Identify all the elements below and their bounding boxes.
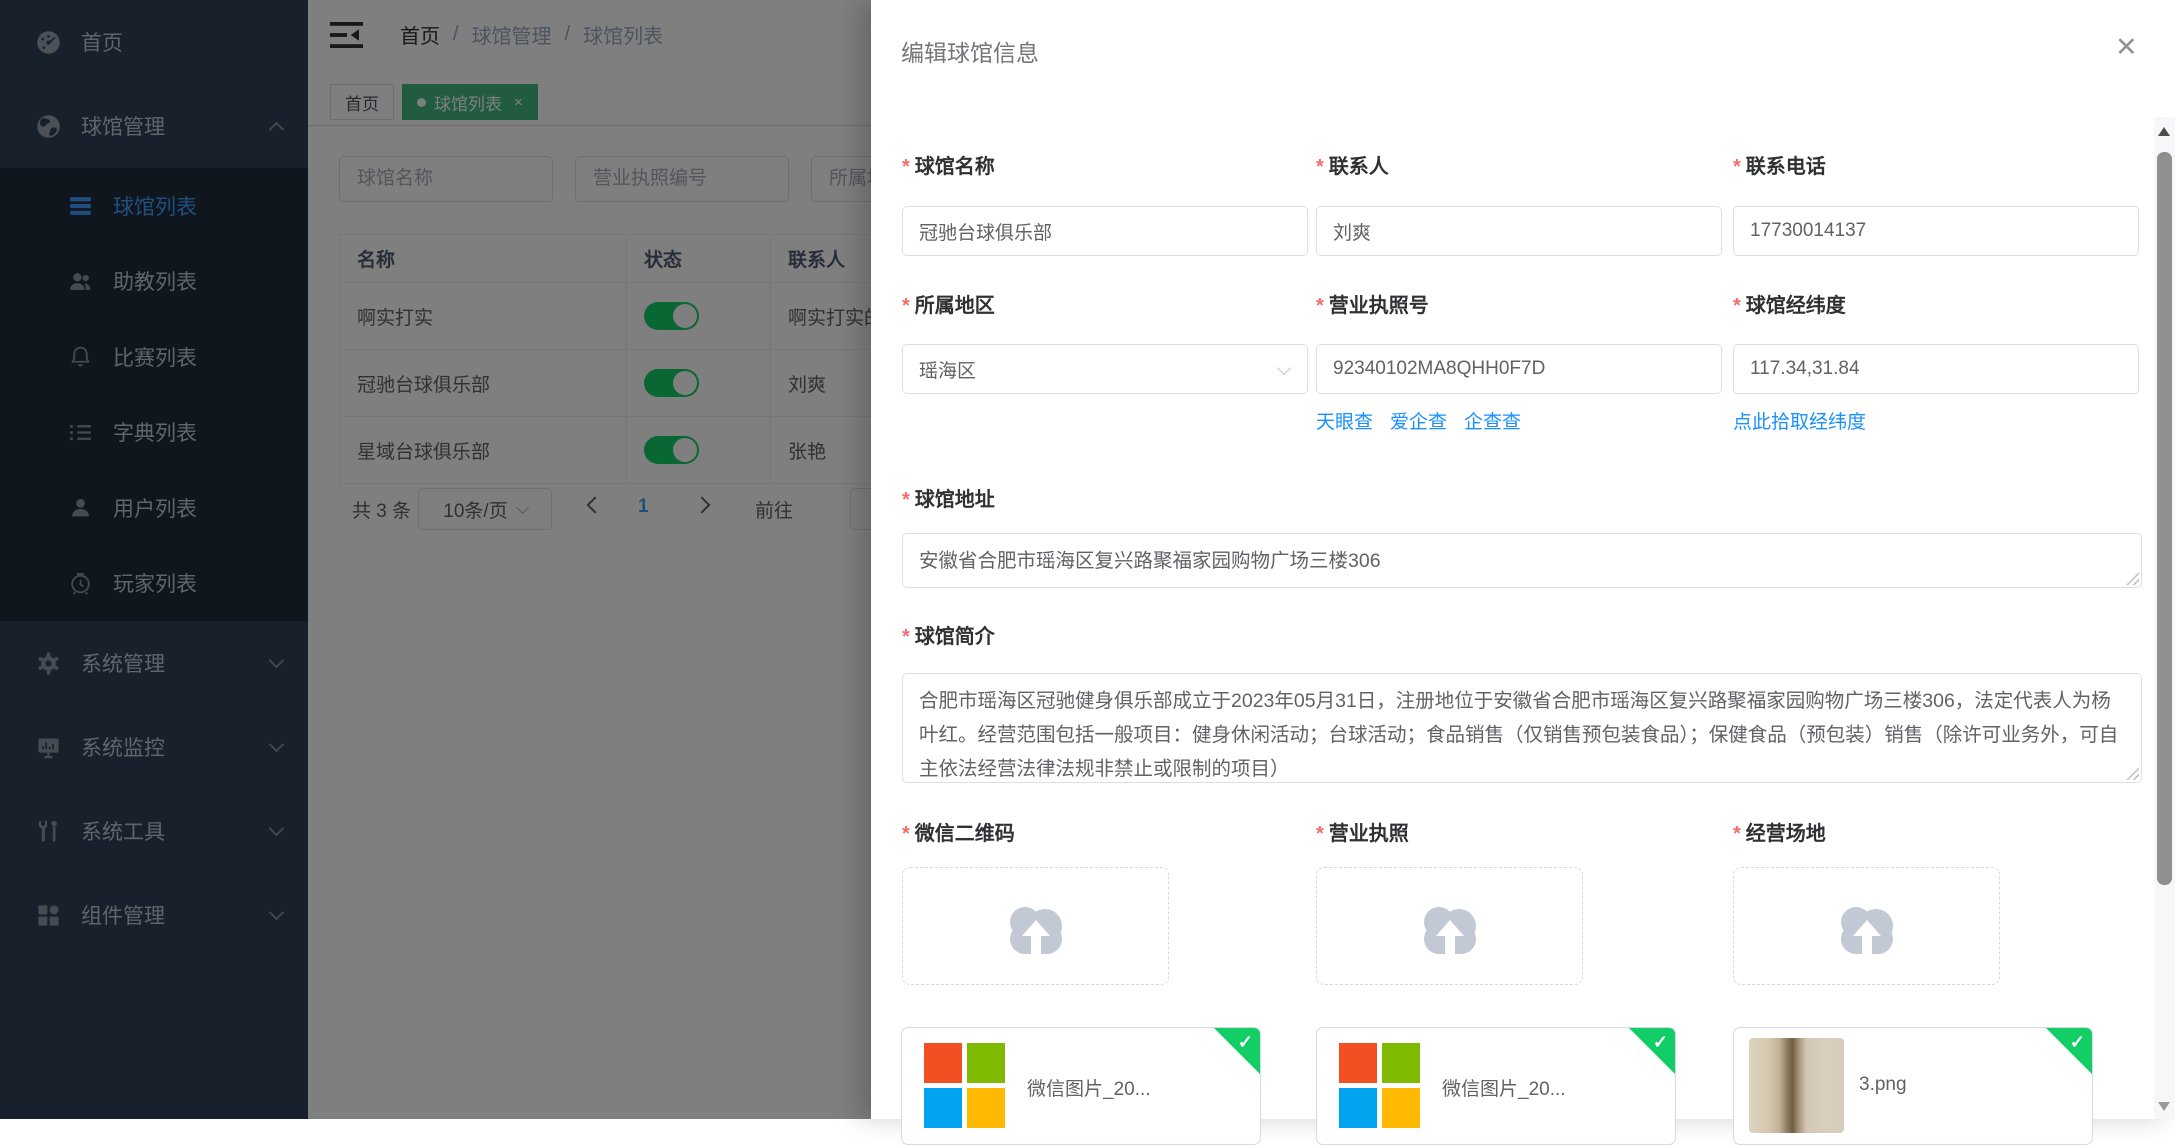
contact-field[interactable] bbox=[1316, 206, 1722, 256]
uploaded-file-card[interactable]: 微信图片_20... ✓ bbox=[1316, 1027, 1676, 1145]
edit-venue-drawer: 编辑球馆信息 ✕ *球馆名称 *联系人 *联系电话 *所属地区 *营业执照号 *… bbox=[871, 0, 2175, 1119]
required-asterisk: * bbox=[1733, 156, 1741, 178]
license-number-field[interactable] bbox=[1316, 344, 1722, 394]
aiqicha-link[interactable]: 爱企查 bbox=[1390, 407, 1447, 434]
field-label-venue-photo: *经营场地 bbox=[1733, 817, 1826, 846]
field-label-region: *所属地区 bbox=[902, 289, 995, 318]
required-asterisk: * bbox=[902, 156, 910, 178]
scroll-down-icon[interactable] bbox=[2158, 1102, 2170, 1111]
intro-textarea[interactable]: 合肥市瑶海区冠驰健身俱乐部成立于2023年05月31日，注册地位于安徽省合肥市瑶… bbox=[902, 673, 2142, 783]
cloud-upload-icon bbox=[1413, 896, 1487, 956]
venue-photo-upload-dropzone[interactable] bbox=[1733, 867, 2000, 985]
required-asterisk: * bbox=[902, 489, 910, 511]
close-icon[interactable]: ✕ bbox=[2115, 32, 2138, 63]
required-asterisk: * bbox=[1733, 295, 1741, 317]
required-asterisk: * bbox=[1733, 823, 1741, 845]
required-asterisk: * bbox=[902, 823, 910, 845]
field-label-wechat-qr: *微信二维码 bbox=[902, 817, 1015, 846]
lookup-links: 天眼查 爱企查 企查查 bbox=[1316, 407, 1521, 434]
address-textarea[interactable]: 安徽省合肥市瑶海区复兴路聚福家园购物广场三楼306 bbox=[902, 533, 2142, 588]
field-label-phone: *联系电话 bbox=[1733, 150, 1826, 179]
uploaded-file-card[interactable]: 3.png ✓ bbox=[1733, 1027, 2093, 1145]
required-asterisk: * bbox=[1316, 823, 1324, 845]
required-asterisk: * bbox=[1316, 295, 1324, 317]
cloud-upload-icon bbox=[1830, 896, 1904, 956]
cloud-upload-icon bbox=[999, 896, 1073, 956]
uploaded-file-card[interactable]: 微信图片_20... ✓ bbox=[901, 1027, 1261, 1145]
biz-license-upload-dropzone[interactable] bbox=[1316, 867, 1583, 985]
required-asterisk: * bbox=[1316, 156, 1324, 178]
region-select-value: 瑶海区 bbox=[919, 356, 976, 383]
qichacha-link[interactable]: 企查查 bbox=[1464, 407, 1521, 434]
drawer-title: 编辑球馆信息 bbox=[901, 34, 1039, 68]
check-icon: ✓ bbox=[2070, 1032, 2085, 1053]
field-label-intro: *球馆简介 bbox=[902, 620, 995, 649]
required-asterisk: * bbox=[902, 626, 910, 648]
pick-coords-link[interactable]: 点此拾取经纬度 bbox=[1733, 407, 1866, 434]
field-label-address: *球馆地址 bbox=[902, 483, 995, 512]
scrollbar-thumb[interactable] bbox=[2157, 152, 2172, 885]
venue-name-field[interactable] bbox=[902, 206, 1308, 256]
tianyancha-link[interactable]: 天眼查 bbox=[1316, 407, 1373, 434]
scroll-up-icon[interactable] bbox=[2158, 127, 2170, 136]
check-icon: ✓ bbox=[1653, 1032, 1668, 1053]
field-label-contact: *联系人 bbox=[1316, 150, 1389, 179]
field-label-license: *营业执照号 bbox=[1316, 289, 1429, 318]
required-asterisk: * bbox=[902, 295, 910, 317]
field-label-name: *球馆名称 bbox=[902, 150, 995, 179]
file-name: 3.png bbox=[1859, 1074, 1907, 1096]
chevron-down-icon bbox=[1277, 361, 1291, 375]
file-name: 微信图片_20... bbox=[1442, 1074, 1566, 1101]
region-select[interactable]: 瑶海区 bbox=[902, 344, 1308, 394]
coords-field[interactable] bbox=[1733, 344, 2139, 394]
field-label-coords: *球馆经纬度 bbox=[1733, 289, 1846, 318]
phone-field[interactable] bbox=[1733, 206, 2139, 256]
wechat-qr-upload-dropzone[interactable] bbox=[902, 867, 1169, 985]
field-label-biz-license: *营业执照 bbox=[1316, 817, 1409, 846]
drawer-scrollbar bbox=[2154, 117, 2175, 1119]
coords-pick-row: 点此拾取经纬度 bbox=[1733, 407, 1866, 434]
file-name: 微信图片_20... bbox=[1027, 1074, 1151, 1101]
check-icon: ✓ bbox=[1238, 1032, 1253, 1053]
